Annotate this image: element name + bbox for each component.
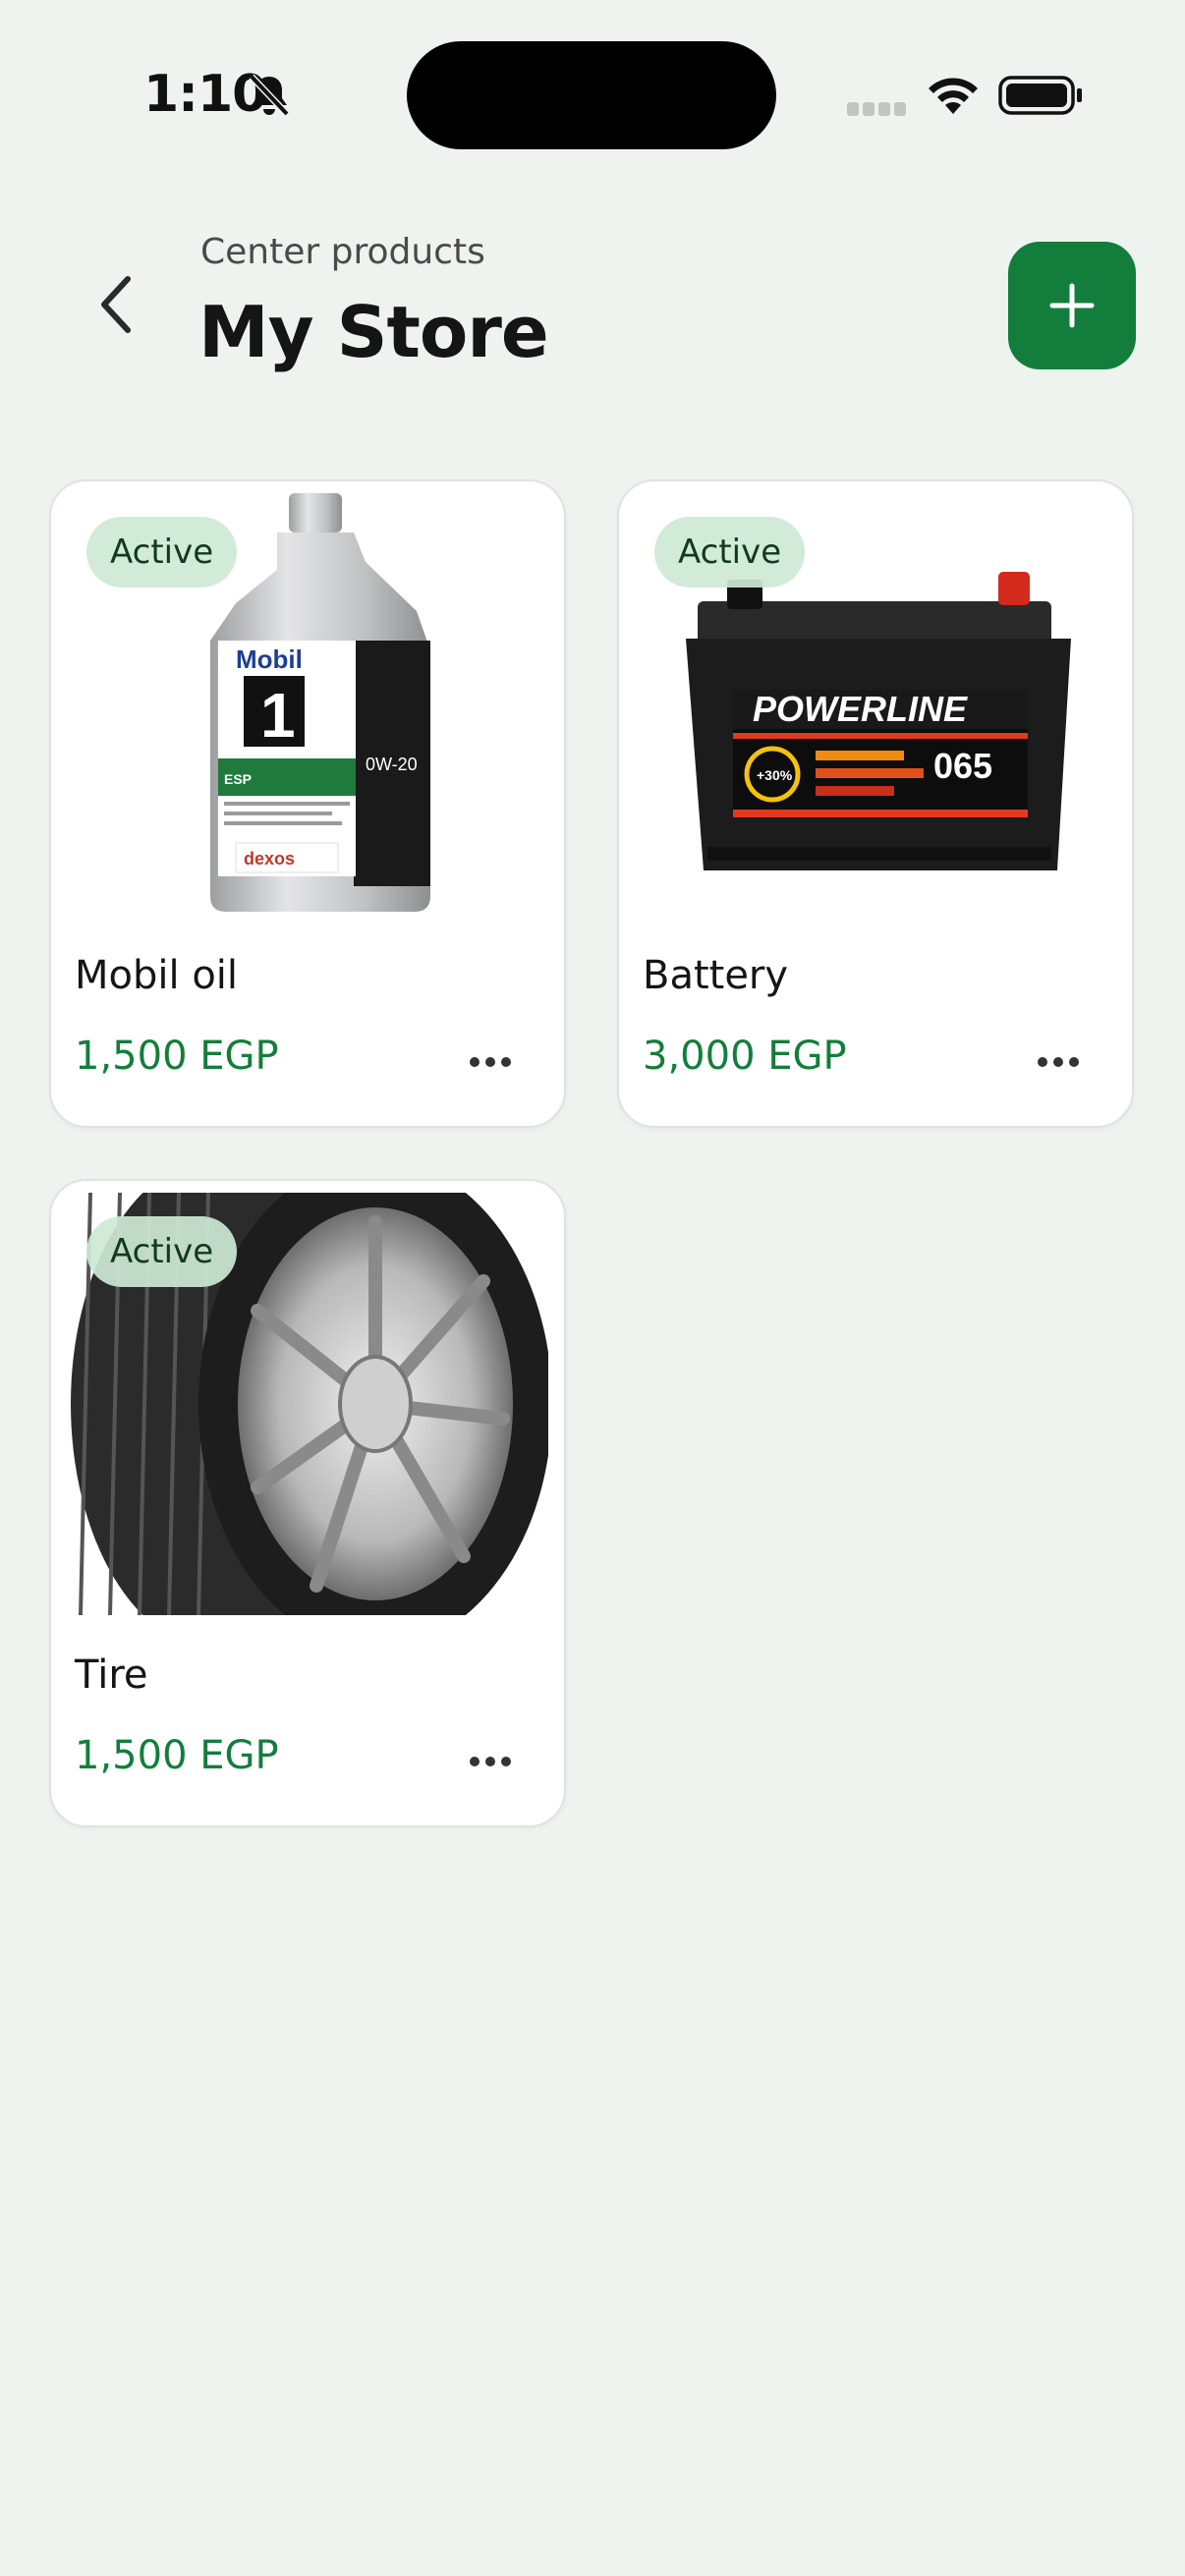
- page-title: My Store: [198, 291, 549, 373]
- svg-text:0W-20: 0W-20: [366, 755, 418, 774]
- more-horizontal-icon: [1038, 1057, 1079, 1067]
- svg-text:ESP: ESP: [224, 771, 252, 787]
- product-price: 3,000 EGP: [643, 1034, 847, 1079]
- product-name: Tire: [75, 1652, 148, 1698]
- svg-text:065: 065: [933, 746, 992, 786]
- svg-text:+30%: +30%: [757, 767, 793, 783]
- svg-text:1: 1: [260, 680, 296, 751]
- status-badge: Active: [654, 517, 806, 588]
- page-subtitle: Center products: [200, 232, 485, 272]
- product-card[interactable]: POWERLINE +30% 065 Active Battery 3,000 …: [617, 479, 1134, 1128]
- product-price: 1,500 EGP: [75, 1733, 279, 1778]
- svg-text:dexos: dexos: [244, 849, 295, 868]
- product-price: 1,500 EGP: [75, 1034, 279, 1079]
- back-button[interactable]: [86, 265, 145, 344]
- bell-slash-icon: [249, 74, 290, 117]
- product-card[interactable]: Mobil 1 ESP 0W-20 dexos Active Mobil oil…: [49, 479, 566, 1128]
- more-horizontal-icon: [470, 1757, 511, 1766]
- svg-text:POWERLINE: POWERLINE: [753, 689, 968, 729]
- svg-text:Mobil: Mobil: [236, 644, 303, 674]
- status-badge: Active: [86, 1216, 238, 1287]
- more-horizontal-icon: [470, 1057, 511, 1067]
- status-badge: Active: [86, 517, 238, 588]
- plus-icon: [1049, 283, 1095, 328]
- wifi-icon: [929, 78, 978, 114]
- more-options-button[interactable]: [1024, 1037, 1093, 1087]
- more-options-button[interactable]: [456, 1737, 525, 1786]
- chevron-left-icon: [101, 276, 131, 333]
- more-options-button[interactable]: [456, 1037, 525, 1087]
- add-product-button[interactable]: [1008, 242, 1136, 369]
- product-card[interactable]: Active Tire 1,500 EGP: [49, 1179, 566, 1827]
- battery-icon: [998, 76, 1082, 115]
- product-name: Battery: [643, 953, 789, 998]
- product-name: Mobil oil: [75, 953, 239, 998]
- cellular-signal-icon: [847, 102, 906, 116]
- dynamic-island: [407, 41, 776, 149]
